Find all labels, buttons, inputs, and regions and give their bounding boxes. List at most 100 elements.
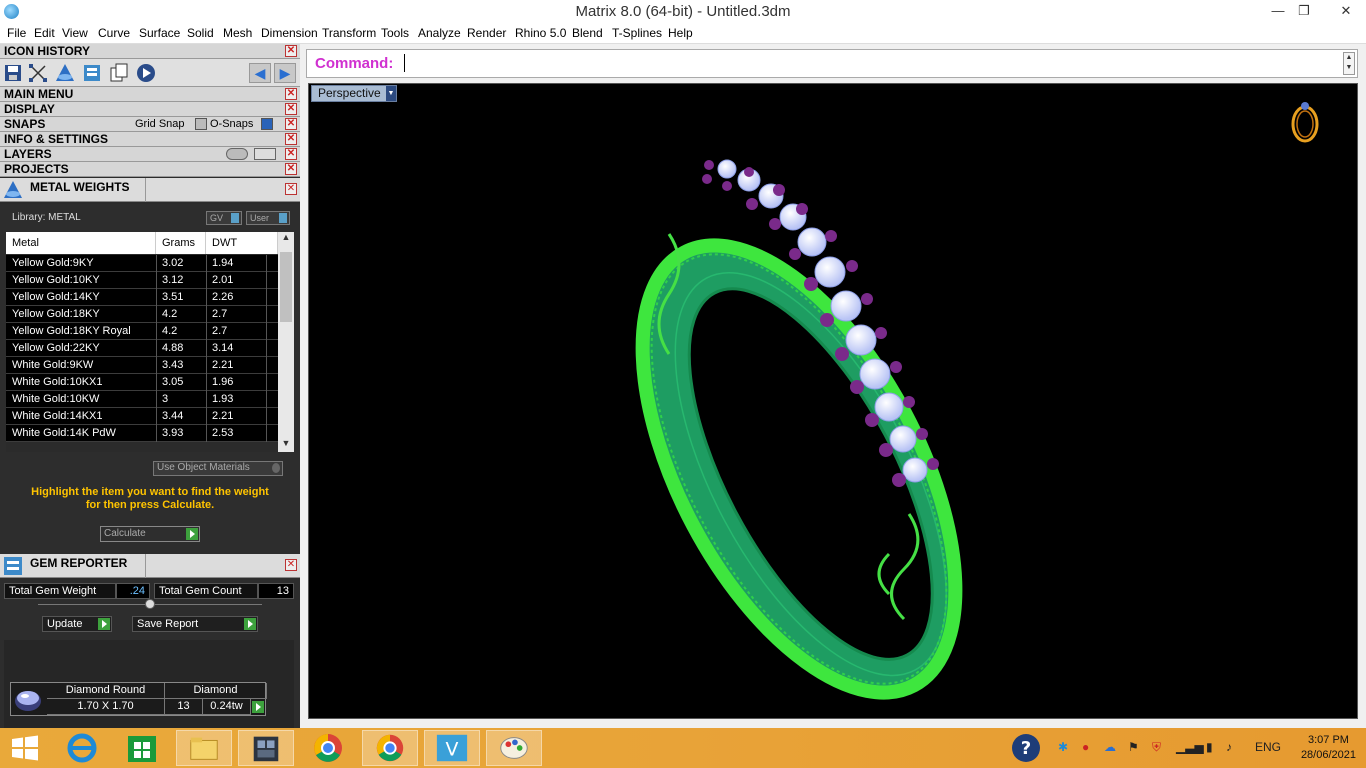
menu-edit[interactable]: Edit xyxy=(34,26,55,40)
menu-tools[interactable]: Tools xyxy=(381,26,409,40)
layer-lock-icon[interactable] xyxy=(226,148,248,160)
command-input-caret[interactable] xyxy=(404,54,405,72)
copy-icon[interactable] xyxy=(108,62,130,84)
main-menu-header[interactable]: MAIN MENU ✕ xyxy=(0,87,300,102)
help-icon[interactable]: ? xyxy=(1010,732,1042,764)
beats-icon[interactable]: ● xyxy=(1082,740,1089,754)
close-icon[interactable]: ✕ xyxy=(285,163,297,175)
table-row[interactable]: White Gold:9KW 3.43 2.21 xyxy=(6,357,278,374)
user-toggle[interactable]: User xyxy=(246,211,290,225)
menu-blend[interactable]: Blend xyxy=(572,26,603,40)
column-header-grams[interactable]: Grams xyxy=(156,232,206,254)
volume-icon[interactable]: ♪ xyxy=(1226,740,1232,754)
table-row[interactable]: White Gold:14KX1 3.44 2.21 xyxy=(6,408,278,425)
security-shield-icon[interactable]: ⛨ xyxy=(1152,740,1161,755)
file-explorer-icon[interactable] xyxy=(176,730,232,766)
record-icon[interactable] xyxy=(135,62,157,84)
ring-model[interactable] xyxy=(309,84,1358,719)
grid-snap-toggle[interactable] xyxy=(195,118,207,130)
battery-icon[interactable]: ▮ xyxy=(1206,740,1213,754)
info-settings-header[interactable]: INFO & SETTINGS ✕ xyxy=(0,132,300,147)
menu-help[interactable]: Help xyxy=(668,26,693,40)
back-arrow-icon[interactable]: ◀ xyxy=(249,63,271,83)
gv-toggle[interactable]: GV xyxy=(206,211,242,225)
menu-render[interactable]: Render xyxy=(467,26,506,40)
scroll-up-icon[interactable]: ▲ xyxy=(278,232,294,246)
forward-arrow-icon[interactable]: ▶ xyxy=(274,63,296,83)
column-header-metal[interactable]: Metal xyxy=(6,232,156,254)
action-center-flag-icon[interactable]: ⚑ xyxy=(1128,740,1139,754)
play-icon[interactable] xyxy=(252,701,264,713)
use-object-materials-toggle[interactable]: Use Object Materials xyxy=(153,461,283,476)
menu-curve[interactable]: Curve xyxy=(98,26,130,40)
cloud-icon[interactable]: ☁ xyxy=(1104,740,1116,754)
chrome-icon[interactable] xyxy=(300,730,356,766)
table-row[interactable]: Yellow Gold:18KY 4.2 2.7 xyxy=(6,306,278,323)
store-icon[interactable] xyxy=(114,730,170,766)
menu-transform[interactable]: Transform xyxy=(322,26,376,40)
paint-icon[interactable] xyxy=(486,730,542,766)
scroll-thumb[interactable] xyxy=(280,252,292,322)
bluetooth-icon[interactable]: ✱ xyxy=(1058,740,1068,754)
close-icon[interactable]: ✕ xyxy=(285,133,297,145)
table-row[interactable]: White Gold:10KW 3 1.93 xyxy=(6,391,278,408)
menu-mesh[interactable]: Mesh xyxy=(223,26,252,40)
ring-thumbnail-icon[interactable] xyxy=(1287,98,1323,144)
internet-explorer-icon[interactable] xyxy=(54,730,110,766)
language-indicator[interactable]: ENG xyxy=(1255,740,1281,754)
close-icon[interactable]: ✕ xyxy=(285,88,297,100)
scroll-down-icon[interactable]: ▼ xyxy=(278,438,294,452)
close-icon[interactable]: ✕ xyxy=(285,559,297,571)
command-history-spinner[interactable]: ▲ ▼ xyxy=(1343,52,1355,75)
metal-weight-icon[interactable] xyxy=(54,62,76,84)
table-row[interactable]: Yellow Gold:18KY Royal 4.2 2.7 xyxy=(6,323,278,340)
gem-report-icon[interactable] xyxy=(81,62,103,84)
menu-rhino[interactable]: Rhino 5.0 xyxy=(515,26,566,40)
gem-row[interactable]: Diamond Round Diamond 1.70 X 1.70 13 0.2… xyxy=(10,682,267,716)
close-icon[interactable]: ✕ xyxy=(285,45,297,57)
menu-view[interactable]: View xyxy=(62,26,88,40)
command-bar[interactable]: Command: ▲ ▼ xyxy=(306,49,1358,78)
update-button[interactable]: Update xyxy=(42,616,112,632)
network-signal-icon[interactable]: ▁▃▅ xyxy=(1176,740,1204,754)
menu-surface[interactable]: Surface xyxy=(139,26,180,40)
close-button[interactable]: ✕ xyxy=(1326,0,1366,22)
icon-history-header[interactable]: ICON HISTORY ✕ xyxy=(0,44,300,59)
start-windows-icon[interactable] xyxy=(0,730,50,766)
table-row[interactable]: White Gold:14K PdW 3.93 2.53 xyxy=(6,425,278,442)
display-header[interactable]: DISPLAY ✕ xyxy=(0,102,300,117)
table-row[interactable]: White Gold:10KX1 3.05 1.96 xyxy=(6,374,278,391)
menu-file[interactable]: File xyxy=(7,26,26,40)
save-icon[interactable] xyxy=(3,62,25,84)
calculate-button[interactable]: Calculate xyxy=(100,526,200,542)
matrix-taskbar-icon[interactable] xyxy=(238,730,294,766)
eye-icon[interactable] xyxy=(254,148,276,160)
clock[interactable]: 3:07 PM 28/06/2021 xyxy=(1301,733,1356,763)
table-row[interactable]: Yellow Gold:10KY 3.12 2.01 xyxy=(6,272,278,289)
restore-button[interactable]: ❐ xyxy=(1291,0,1317,22)
close-icon[interactable]: ✕ xyxy=(285,103,297,115)
table-scrollbar[interactable]: ▲ ▼ xyxy=(278,232,294,452)
menu-analyze[interactable]: Analyze xyxy=(418,26,461,40)
layers-header[interactable]: LAYERS ✕ xyxy=(0,147,300,162)
close-icon[interactable]: ✕ xyxy=(285,118,297,130)
perspective-viewport[interactable]: Perspective ▼ xyxy=(308,83,1358,719)
close-icon[interactable]: ✕ xyxy=(285,183,297,195)
table-row[interactable]: Yellow Gold:9KY 3.02 1.94 xyxy=(6,255,278,272)
projects-header[interactable]: PROJECTS ✕ xyxy=(0,162,300,177)
o-snaps-toggle[interactable] xyxy=(261,118,273,130)
menu-tsplines[interactable]: T-Splines xyxy=(612,26,662,40)
move-points-icon[interactable] xyxy=(27,62,49,84)
table-row[interactable]: Yellow Gold:14KY 3.51 2.26 xyxy=(6,289,278,306)
table-row[interactable]: Yellow Gold:22KY 4.88 3.14 xyxy=(6,340,278,357)
menu-dimension[interactable]: Dimension xyxy=(261,26,318,40)
vectorworks-icon[interactable]: V xyxy=(424,730,480,766)
save-report-button[interactable]: Save Report xyxy=(132,616,258,632)
menu-solid[interactable]: Solid xyxy=(187,26,214,40)
minimize-button[interactable]: — xyxy=(1265,0,1291,22)
snaps-header[interactable]: SNAPS Grid Snap O-Snaps ✕ xyxy=(0,117,300,132)
column-header-dwt[interactable]: DWT xyxy=(206,232,278,254)
chrome-icon-2[interactable] xyxy=(362,730,418,766)
close-icon[interactable]: ✕ xyxy=(285,148,297,160)
slider-handle[interactable] xyxy=(145,599,155,609)
